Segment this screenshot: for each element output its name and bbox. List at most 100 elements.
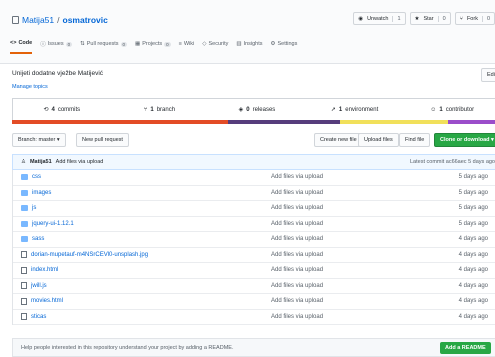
fork-icon: ⑂ [459, 15, 463, 22]
file-row[interactable]: jwill.js Add files via upload 4 days ago [13, 279, 495, 294]
folder-icon [21, 220, 28, 227]
folder-icon [21, 236, 28, 243]
file-commit-message[interactable]: Add files via upload [271, 267, 323, 273]
tab-security[interactable]: ◇ Security [202, 40, 228, 54]
language-segment [12, 120, 228, 124]
file-name[interactable]: sass [32, 236, 44, 242]
tab-code[interactable]: <> Code [10, 40, 33, 54]
file-row[interactable]: sticas Add files via upload 4 days ago [13, 310, 495, 325]
file-name[interactable]: movies.html [31, 298, 63, 304]
fork-label: Fork [466, 15, 478, 22]
repo-name-link[interactable]: osmatrovic [63, 15, 108, 25]
find-file-button[interactable]: Find file [399, 133, 431, 147]
file-name[interactable]: images [32, 190, 51, 196]
tab-label: Security [208, 41, 229, 47]
tab-label: Pull requests [86, 41, 119, 47]
file-icon [21, 266, 27, 274]
tab-projects[interactable]: ▦ Projects 0 [135, 40, 171, 54]
file-commit-message[interactable]: Add files via upload [271, 298, 323, 304]
latest-commit-bar: ♙ Matija51 Add files via upload Latest c… [12, 154, 495, 170]
commits-stat[interactable]: ⟲ 4 commits [13, 99, 111, 120]
tab-settings[interactable]: ⚙ Settings [271, 40, 298, 54]
commit-message[interactable]: Add files via upload [56, 159, 104, 165]
stat-number: 4 [51, 106, 55, 113]
clone-download-button[interactable]: Clone or download ▾ [434, 133, 495, 147]
language-segment [448, 120, 495, 124]
file-icon [21, 282, 27, 290]
file-row[interactable]: css Add files via upload 5 days ago [13, 170, 495, 186]
star-count[interactable]: 0 [437, 15, 446, 22]
upload-files-button[interactable]: Upload files [358, 133, 399, 147]
fork-button[interactable]: ⑂ Fork 0 [454, 12, 495, 25]
manage-topics-link[interactable]: Manage topics [12, 84, 48, 90]
file-row[interactable]: sass Add files via upload 4 days ago [13, 232, 495, 248]
avatar[interactable]: ♙ [21, 159, 26, 165]
repo-description: Unijeti dodatne vježbe Matijević [12, 70, 104, 77]
commit-meta[interactable]: Latest commit ac66aec 5 days ago [410, 159, 495, 165]
tab-wiki[interactable]: ≡ Wiki [179, 40, 195, 54]
file-name[interactable]: jwill.js [31, 283, 47, 289]
readme-prompt-text: Help people interested in this repositor… [21, 344, 234, 351]
tab-insights[interactable]: ▥ Insights [236, 40, 262, 54]
file-commit-message[interactable]: Add files via upload [271, 221, 323, 227]
tab-count: 0 [65, 41, 73, 47]
file-name[interactable]: js [32, 205, 36, 211]
folder-icon [21, 205, 28, 212]
people-icon: ☺ [430, 106, 437, 113]
file-row[interactable]: js Add files via upload 5 days ago [13, 201, 495, 217]
code-icon: <> [10, 40, 17, 46]
file-row[interactable]: jquery-ui-1.12.1 Add files via upload 5 da… [13, 217, 495, 232]
fork-count[interactable]: 0 [481, 15, 490, 22]
file-commit-message[interactable]: Add files via upload [271, 252, 323, 258]
watch-button[interactable]: ◉ Unwatch 1 [353, 12, 406, 25]
file-commit-message[interactable]: Add files via upload [271, 205, 323, 211]
repo-separator: / [57, 15, 60, 25]
new-pull-request-button[interactable]: New pull request [76, 133, 129, 147]
tab-label: Issues [47, 41, 64, 47]
repo-title: Matija51 / osmatrovic [12, 15, 108, 25]
environments-stat[interactable]: ➚ 1 environment [306, 99, 404, 120]
folder-icon [21, 189, 28, 196]
file-name[interactable]: css [32, 174, 41, 180]
file-row[interactable]: index.html Add files via upload 4 days ago [13, 263, 495, 279]
add-readme-button[interactable]: Add a README [440, 342, 491, 354]
tab-pull-requests[interactable]: ⇅ Pull requests 0 [80, 40, 128, 54]
file-toolbar: Branch: master ▾ New pull request Create… [12, 133, 495, 147]
repo-nav-tabs: <> Code ⓘ Issues 0 ⇅ Pull requests 0 ▦ Project… [10, 40, 297, 54]
stat-label: contributor [445, 106, 475, 113]
contributors-stat[interactable]: ☺ 1 contributor [403, 99, 495, 120]
repo-icon [12, 16, 19, 24]
edit-button[interactable]: Edit [481, 68, 495, 82]
graph-icon: ▥ [236, 41, 242, 47]
releases-stat[interactable]: ◈ 0 releases [208, 99, 306, 120]
branch-icon: ⑂ [143, 106, 148, 113]
eye-icon: ◉ [358, 15, 364, 22]
repo-owner-link[interactable]: Matija51 [22, 15, 54, 25]
history-icon: ⟲ [43, 107, 49, 113]
file-row[interactable]: dorian-mupetauf-m4NSrCEVl0-unsplash.jpg A… [13, 248, 495, 263]
file-row[interactable]: movies.html Add files via upload 4 days ag… [13, 294, 495, 310]
create-new-file-button[interactable]: Create new file [314, 133, 363, 147]
commit-author[interactable]: Matija51 [30, 159, 52, 165]
file-row[interactable]: images Add files via upload 5 days ago [13, 186, 495, 201]
file-name[interactable]: index.html [31, 267, 58, 273]
tab-label: Settings [277, 41, 298, 47]
watch-label: Unwatch [367, 15, 389, 22]
tab-issues[interactable]: ⓘ Issues 0 [40, 40, 73, 54]
file-commit-message[interactable]: Add files via upload [271, 314, 323, 320]
file-commit-message[interactable]: Add files via upload [271, 174, 323, 180]
file-name[interactable]: sticas [31, 314, 46, 320]
stat-number: 1 [439, 106, 443, 113]
star-button[interactable]: ★ Star 0 [409, 12, 451, 25]
branch-select-button[interactable]: Branch: master ▾ [12, 133, 66, 147]
file-commit-message[interactable]: Add files via upload [271, 283, 323, 289]
project-icon: ▦ [135, 41, 141, 47]
file-name[interactable]: jquery-ui-1.12.1 [32, 221, 74, 227]
branches-stat[interactable]: ⑂ 1 branch [111, 99, 209, 120]
file-name[interactable]: dorian-mupetauf-m4NSrCEVl0-unsplash.jpg [31, 252, 148, 258]
file-commit-message[interactable]: Add files via upload [271, 190, 323, 196]
watch-count[interactable]: 1 [392, 15, 401, 22]
stat-label: branch [156, 106, 176, 113]
language-bar[interactable] [12, 120, 495, 124]
file-commit-message[interactable]: Add files via upload [271, 236, 323, 242]
